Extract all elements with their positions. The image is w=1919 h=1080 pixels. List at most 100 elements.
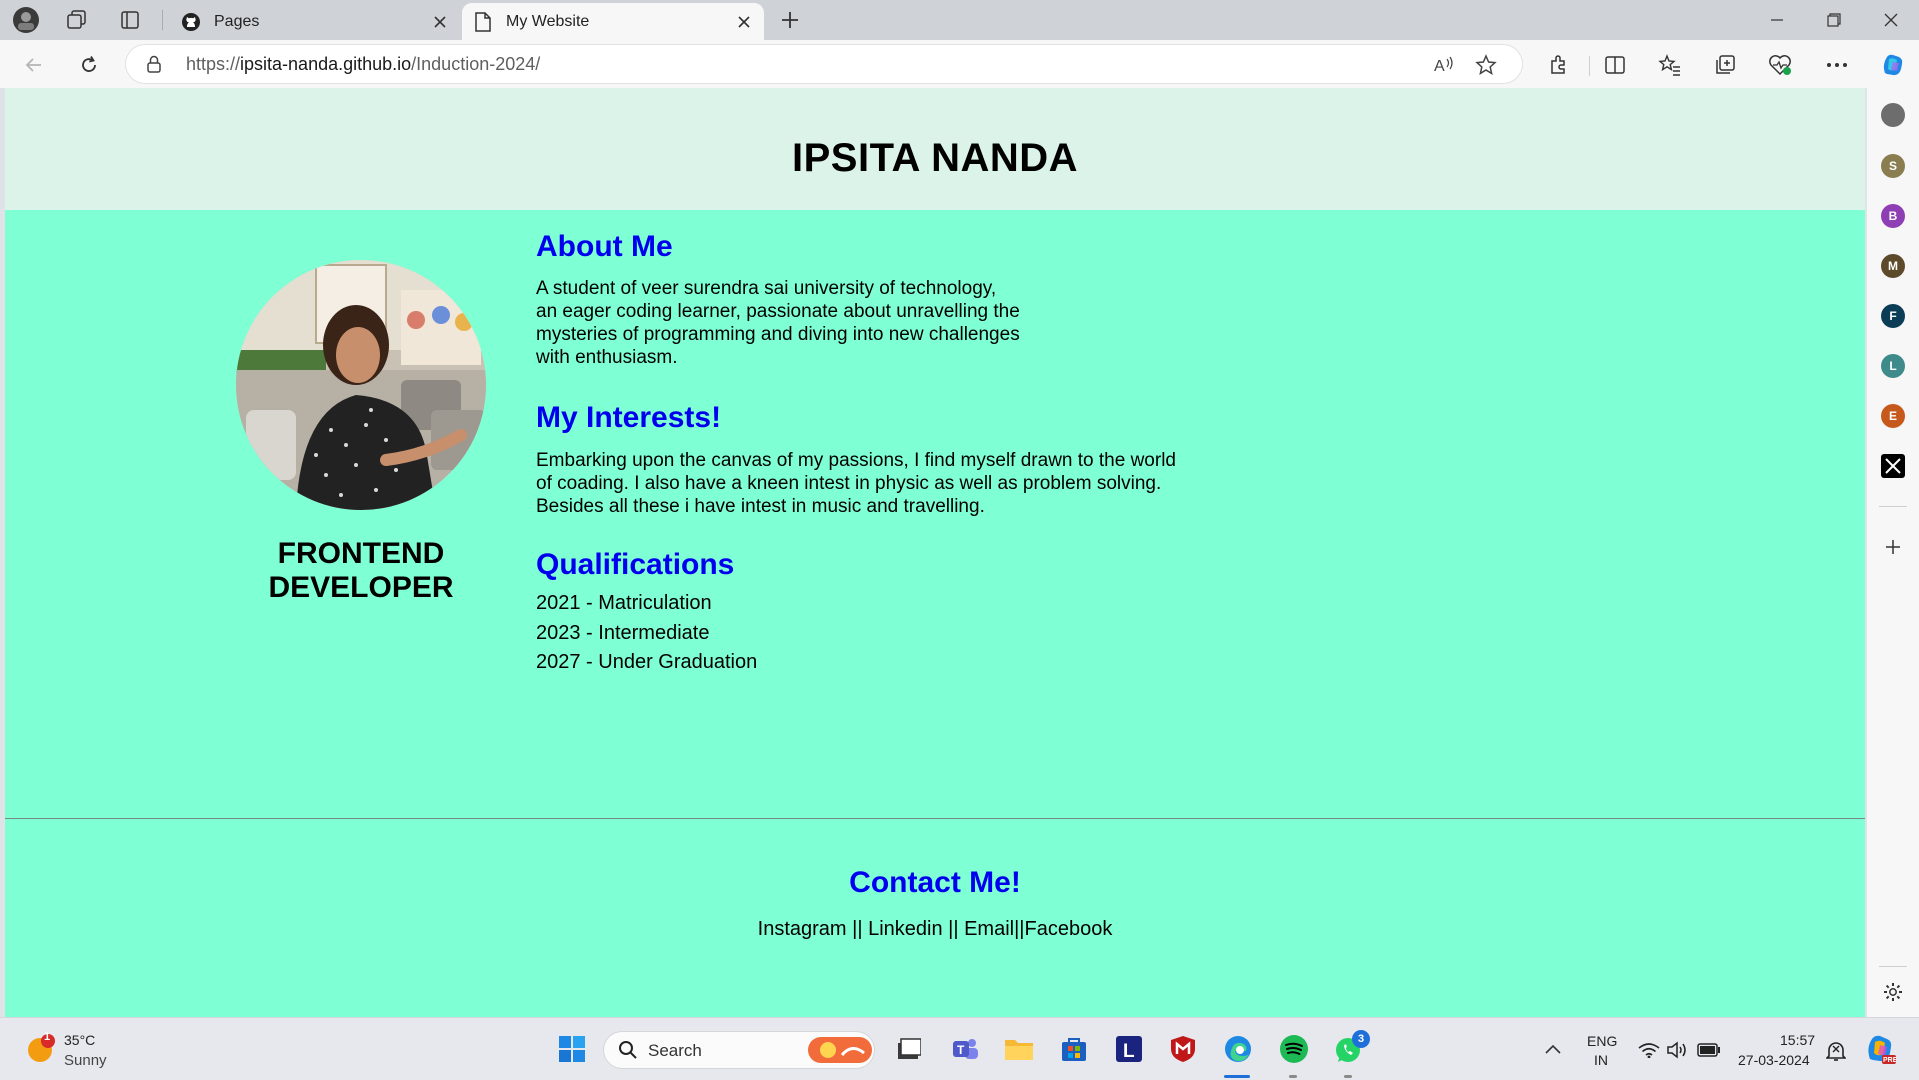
- windows-taskbar: 1 35°C Sunny Search T L 3 ENG IN 15:57 2…: [0, 1017, 1919, 1080]
- read-aloud-icon[interactable]: A: [1430, 51, 1458, 79]
- tab-my-website[interactable]: My Website: [462, 3, 764, 40]
- back-icon[interactable]: [17, 48, 51, 82]
- add-sidebar-app-icon[interactable]: [1881, 535, 1905, 559]
- close-tab-icon[interactable]: [730, 8, 758, 36]
- extensions-icon[interactable]: [1542, 48, 1576, 82]
- profile-avatar[interactable]: [12, 6, 40, 34]
- sidebar-avatar[interactable]: M: [1881, 254, 1905, 278]
- close-tab-icon[interactable]: [426, 8, 454, 36]
- language-indicator-line2[interactable]: IN: [1594, 1052, 1608, 1068]
- about-heading: About Me: [536, 230, 673, 263]
- url-path: /Induction-2024/: [411, 54, 541, 74]
- profile-photo: [236, 260, 486, 510]
- volume-icon[interactable]: [1666, 1041, 1688, 1059]
- sidebar-avatar[interactable]: L: [1881, 354, 1905, 378]
- workspaces-icon[interactable]: [63, 6, 91, 34]
- tab-label: My Website: [506, 12, 590, 30]
- teams-icon[interactable]: T: [948, 1032, 982, 1066]
- tab-label: Pages: [214, 12, 260, 30]
- search-label: Search: [648, 1041, 702, 1060]
- divider: [162, 10, 163, 30]
- interests-text: Embarking upon the canvas of my passions…: [536, 449, 1176, 518]
- search-highlight-icon: [808, 1035, 872, 1065]
- sidebar-avatar[interactable]: F: [1881, 304, 1905, 328]
- clock-time[interactable]: 15:57: [1780, 1032, 1815, 1048]
- qualification-item: 2023 - Intermediate: [536, 622, 710, 644]
- close-window-icon[interactable]: [1863, 0, 1919, 40]
- contact-heading: Contact Me!: [849, 866, 1021, 899]
- divider: [1589, 56, 1590, 76]
- edge-browser-icon[interactable]: [1221, 1032, 1255, 1066]
- edge-sidebar: S B M F L E: [1867, 88, 1919, 1017]
- copilot-taskbar-icon[interactable]: PRE: [1864, 1033, 1896, 1065]
- favorite-star-icon[interactable]: [1472, 51, 1500, 79]
- interests-heading: My Interests!: [536, 401, 722, 434]
- qualification-item: 2027 - Under Graduation: [536, 651, 758, 673]
- browser-essentials-icon[interactable]: [1763, 48, 1797, 82]
- show-hidden-icons-icon[interactable]: [1536, 1032, 1570, 1066]
- vertical-tabs-icon[interactable]: [116, 6, 144, 34]
- sidebar-app-icon[interactable]: [1881, 103, 1905, 127]
- lock-icon[interactable]: [146, 55, 162, 73]
- file-explorer-icon[interactable]: [1002, 1032, 1036, 1066]
- copilot-icon[interactable]: [1876, 48, 1910, 82]
- interests-line: Besides all these i have intest in music…: [536, 496, 985, 517]
- wifi-icon[interactable]: [1638, 1042, 1660, 1058]
- microsoft-store-icon[interactable]: [1057, 1032, 1091, 1066]
- weather-condition[interactable]: Sunny: [64, 1052, 107, 1069]
- task-view-icon[interactable]: [891, 1032, 925, 1066]
- collections-icon[interactable]: [1708, 48, 1742, 82]
- qualifications-heading: Qualifications: [536, 548, 735, 581]
- sidebar-avatar[interactable]: B: [1881, 204, 1905, 228]
- sidebar-avatar[interactable]: E: [1881, 404, 1905, 428]
- clock-date[interactable]: 27-03-2024: [1738, 1052, 1810, 1068]
- taskbar-search-box[interactable]: Search: [604, 1032, 874, 1068]
- mcafee-icon[interactable]: [1166, 1032, 1200, 1066]
- active-app-indicator: [1224, 1075, 1250, 1078]
- running-app-indicator: [1344, 1075, 1352, 1078]
- l-app-icon[interactable]: L: [1112, 1032, 1146, 1066]
- notifications-bell-icon[interactable]: [1826, 1040, 1846, 1062]
- about-line: A student of veer surendra sai universit…: [536, 278, 997, 299]
- url-host: ipsita-nanda.github.io: [240, 54, 412, 74]
- running-app-indicator: [1289, 1075, 1297, 1078]
- address-bar[interactable]: https://ipsita-nanda.github.io/Induction…: [126, 45, 1522, 83]
- site-header: IPSITA NANDA: [5, 88, 1865, 210]
- battery-icon[interactable]: [1697, 1043, 1721, 1057]
- about-line: mysteries of programming and diving into…: [536, 324, 1020, 345]
- new-tab-icon[interactable]: [776, 6, 804, 34]
- svg-text:L: L: [1123, 1041, 1135, 1062]
- weather-sun-icon[interactable]: [26, 1034, 56, 1064]
- tab-pages[interactable]: Pages: [170, 3, 460, 40]
- page-viewport: IPSITA NANDA FRONTEND DEVELOPER About Me…: [5, 88, 1865, 1017]
- whatsapp-badge: 3: [1352, 1030, 1370, 1048]
- refresh-icon[interactable]: [72, 48, 106, 82]
- footer-divider: [5, 818, 1865, 819]
- about-line: an eager coding learner, passionate abou…: [536, 301, 1020, 322]
- url-text[interactable]: https://ipsita-nanda.github.io/Induction…: [186, 54, 540, 75]
- interests-line: of coading. I also have a kneen intest i…: [536, 473, 1162, 494]
- restore-icon[interactable]: [1806, 0, 1862, 40]
- browser-toolbar: https://ipsita-nanda.github.io/Induction…: [0, 40, 1919, 88]
- favorites-icon[interactable]: [1653, 48, 1687, 82]
- x-twitter-icon[interactable]: [1881, 454, 1905, 478]
- divider: [1879, 966, 1907, 967]
- more-menu-icon[interactable]: [1820, 48, 1854, 82]
- svg-text:PRE: PRE: [1883, 1057, 1896, 1064]
- windows-start-icon[interactable]: [555, 1032, 589, 1066]
- contact-links[interactable]: Instagram || Linkedin || Email||Facebook: [5, 918, 1865, 941]
- language-indicator-line1[interactable]: ENG: [1587, 1033, 1617, 1049]
- page-icon: [472, 11, 494, 33]
- split-screen-icon[interactable]: [1598, 48, 1632, 82]
- spotify-icon[interactable]: [1277, 1032, 1311, 1066]
- minimize-icon[interactable]: [1749, 0, 1805, 40]
- sidebar-avatar[interactable]: S: [1881, 154, 1905, 178]
- svg-text:T: T: [957, 1043, 965, 1057]
- divider: [1879, 506, 1907, 507]
- site-title: IPSITA NANDA: [792, 136, 1078, 180]
- weather-temperature[interactable]: 35°C: [64, 1032, 95, 1048]
- tab-strip: Pages My Website: [0, 0, 1919, 40]
- about-text: A student of veer surendra sai universit…: [536, 277, 1020, 369]
- sidebar-settings-icon[interactable]: [1881, 980, 1905, 1004]
- interests-line: Embarking upon the canvas of my passions…: [536, 450, 1176, 471]
